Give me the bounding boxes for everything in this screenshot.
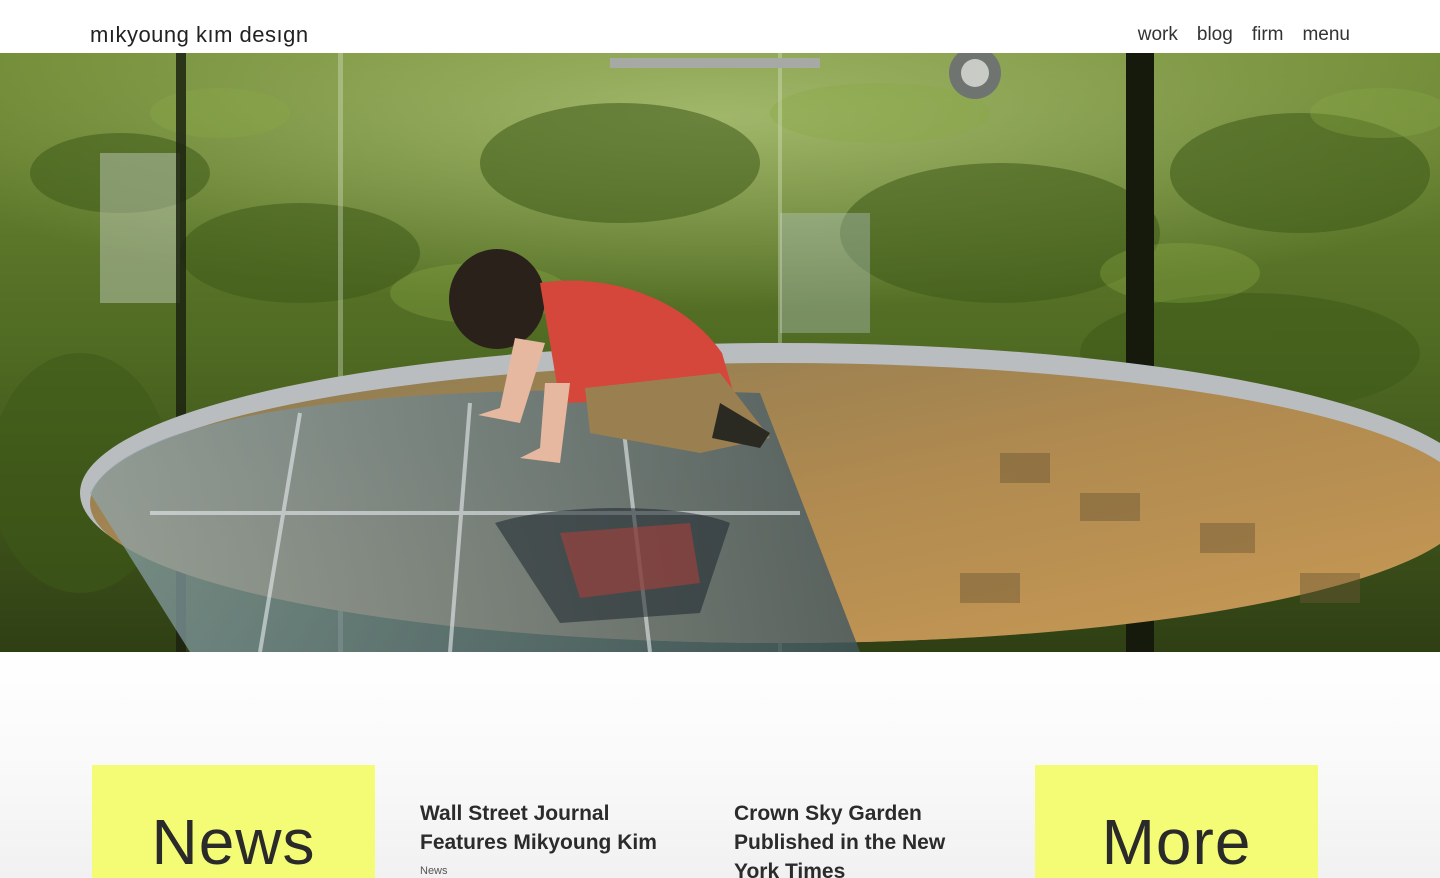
article-category: News <box>420 865 448 877</box>
nav-firm[interactable]: firm <box>1252 24 1284 46</box>
news-section: News Wall Street Journal Features Mikyou… <box>0 652 1440 878</box>
article-title[interactable]: Crown Sky Garden Published in the New Yo… <box>734 799 984 878</box>
nav-work[interactable]: work <box>1138 24 1178 46</box>
hero-image <box>0 53 1440 652</box>
news-tile[interactable]: News <box>92 765 375 878</box>
nav-menu[interactable]: menu <box>1302 24 1350 46</box>
article-card[interactable]: Wall Street Journal Features Mikyoung Ki… <box>420 799 680 877</box>
nav-blog[interactable]: blog <box>1197 24 1233 46</box>
site-logo[interactable]: mıkyoung kım desıgn <box>90 22 309 48</box>
main-nav: work blog firm menu <box>1138 24 1350 46</box>
site-header: mıkyoung kım desıgn work blog firm menu <box>0 0 1440 53</box>
more-tile-label: More <box>1101 806 1252 878</box>
article-title[interactable]: Wall Street Journal Features Mikyoung Ki… <box>420 799 680 857</box>
news-tile-label: News <box>151 806 316 878</box>
hero-photo <box>0 53 1440 652</box>
article-card[interactable]: Crown Sky Garden Published in the New Yo… <box>734 799 984 878</box>
more-tile[interactable]: More <box>1035 765 1318 878</box>
